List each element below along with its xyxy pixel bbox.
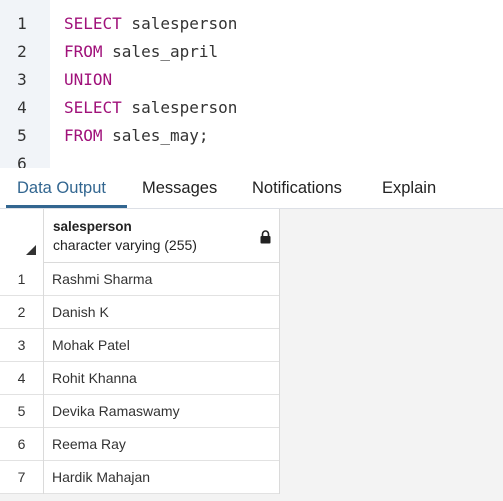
code-line[interactable]: 6 [0, 150, 503, 168]
tab-messages[interactable]: Messages [142, 168, 217, 209]
cell-salesperson[interactable]: Reema Ray [44, 428, 280, 461]
sql-text: salesperson [121, 98, 238, 117]
code-line[interactable]: 2 FROM sales_april [0, 38, 503, 66]
column-type: character varying (255) [53, 237, 197, 253]
cell-salesperson[interactable]: Devika Ramaswamy [44, 395, 280, 428]
active-tab-indicator [6, 205, 127, 208]
cell-salesperson[interactable]: Danish K [44, 296, 280, 329]
sql-keyword: SELECT [64, 98, 122, 117]
sql-text: salesperson [121, 14, 238, 33]
line-number: 5 [17, 126, 27, 145]
table-row[interactable]: 2 Danish K [0, 296, 280, 329]
select-all-corner[interactable] [0, 209, 44, 263]
sql-keyword: UNION [64, 70, 113, 89]
row-number: 7 [0, 461, 44, 494]
tab-data-output[interactable]: Data Output [17, 168, 106, 209]
row-number: 3 [0, 329, 44, 362]
cell-salesperson[interactable]: Rohit Khanna [44, 362, 280, 395]
result-tabs: Data Output Messages Notifications Expla… [0, 168, 503, 209]
tab-notifications[interactable]: Notifications [252, 168, 342, 209]
table-row[interactable]: 1 Rashmi Sharma [0, 263, 280, 296]
line-number: 4 [17, 98, 27, 117]
row-number: 1 [0, 263, 44, 296]
table-row[interactable]: 7 Hardik Mahajan [0, 461, 280, 494]
column-header-salesperson[interactable]: salesperson character varying (255) [44, 209, 280, 263]
code-line[interactable]: 5 FROM sales_may; [0, 122, 503, 150]
lock-icon [260, 230, 271, 244]
row-number: 5 [0, 395, 44, 428]
sql-editor[interactable]: 1 SELECT salesperson 2 FROM sales_april … [0, 0, 503, 168]
line-number: 1 [17, 14, 27, 33]
table-row[interactable]: 5 Devika Ramaswamy [0, 395, 280, 428]
sql-keyword: FROM [64, 126, 103, 145]
sql-keyword: SELECT [64, 14, 122, 33]
sql-text: sales_april [102, 42, 219, 61]
sql-text: sales_may; [102, 126, 209, 145]
cell-salesperson[interactable]: Mohak Patel [44, 329, 280, 362]
tab-explain[interactable]: Explain [382, 168, 436, 209]
line-number: 2 [17, 42, 27, 61]
column-name: salesperson [53, 219, 132, 234]
row-number: 6 [0, 428, 44, 461]
line-number: 6 [17, 154, 27, 168]
table-row[interactable]: 3 Mohak Patel [0, 329, 280, 362]
table-row[interactable]: 4 Rohit Khanna [0, 362, 280, 395]
row-number: 4 [0, 362, 44, 395]
cell-salesperson[interactable]: Hardik Mahajan [44, 461, 280, 494]
table-row[interactable]: 6 Reema Ray [0, 428, 280, 461]
code-line[interactable]: 4 SELECT salesperson [0, 94, 503, 122]
cell-salesperson[interactable]: Rashmi Sharma [44, 263, 280, 296]
data-grid[interactable]: salesperson character varying (255) 1 Ra… [0, 209, 503, 501]
code-line[interactable]: 3 UNION [0, 66, 503, 94]
sql-keyword: FROM [64, 42, 103, 61]
grid-header: salesperson character varying (255) [0, 209, 280, 263]
line-number: 3 [17, 70, 27, 89]
row-number: 2 [0, 296, 44, 329]
code-line[interactable]: 1 SELECT salesperson [0, 10, 503, 38]
corner-triangle-icon [26, 245, 36, 255]
